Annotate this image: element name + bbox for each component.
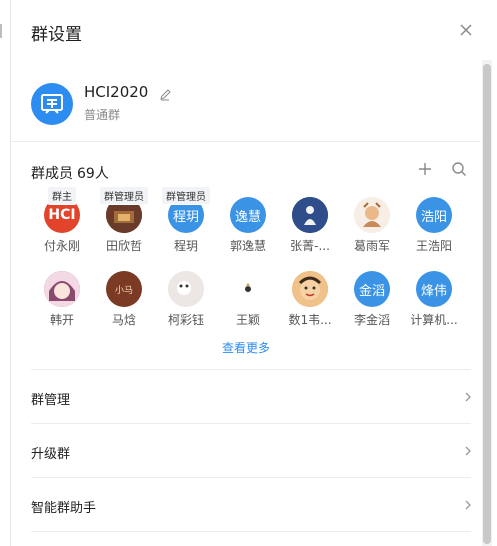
scrollbar[interactable] (482, 60, 492, 546)
member-name: 王浩阳 (415, 239, 452, 253)
chevron-right-icon (465, 500, 471, 510)
member-item[interactable]: 小马 马焓 (93, 271, 155, 328)
member-avatar (44, 271, 80, 307)
panel-title: 群设置 (31, 25, 82, 45)
smart-assistant-row[interactable]: 智能群助手 (31, 477, 471, 531)
group-chat-icon (41, 94, 63, 114)
close-icon[interactable] (458, 22, 474, 38)
member-photo (354, 197, 390, 233)
chevron-right-icon (465, 446, 471, 456)
member-item[interactable]: 葛雨军 (341, 197, 403, 254)
member-name: 数1韦... (288, 313, 332, 327)
member-item[interactable]: HCI 群主 付永刚 (31, 186, 93, 254)
member-name: 柯彩钰 (167, 313, 204, 327)
member-avatar: 小马 (106, 271, 142, 307)
row-label: 升级群 (31, 447, 71, 462)
member-photo (44, 271, 80, 307)
row-label: 群管理 (31, 393, 71, 408)
member-avatar (168, 271, 204, 307)
member-avatar-text: 金滔 (358, 283, 385, 299)
members-count: 69人 (77, 166, 109, 182)
member-avatar: 程玥 群管理员 (161, 186, 211, 233)
member-avatar: 烽伟 (416, 271, 452, 307)
chevron-right-icon (465, 392, 471, 402)
group-settings-panel: 群设置 HCI2020 普通群 群成员69人 HCI 群主 付永刚 群管理员 (10, 0, 490, 546)
member-item[interactable]: 柯彩钰 (155, 271, 217, 328)
plus-icon[interactable] (417, 161, 433, 177)
member-avatar (354, 197, 390, 233)
member-name: 韩开 (49, 313, 74, 327)
background-window-mark (0, 24, 6, 38)
member-item[interactable]: 王颖 (217, 271, 279, 328)
member-avatar: 群管理员 (99, 186, 149, 233)
member-photo (168, 271, 204, 307)
member-avatar: HCI 群主 (44, 186, 80, 233)
member-name: 马焓 (111, 313, 136, 327)
member-item[interactable]: 数1韦... (279, 271, 341, 328)
member-photo (230, 271, 266, 307)
member-avatar: 金滔 (354, 271, 390, 307)
members-label: 群成员 (31, 166, 73, 182)
member-item[interactable]: 程玥 群管理员 程玥 (155, 186, 217, 254)
group-avatar[interactable] (31, 83, 73, 125)
member-avatar (292, 271, 328, 307)
background-window-edge (0, 0, 10, 546)
edit-icon[interactable] (158, 87, 172, 101)
member-name: 王颖 (235, 313, 260, 327)
member-name: 葛雨军 (353, 239, 390, 253)
member-name: 计算机... (410, 313, 458, 327)
member-item[interactable]: 张菁-... (279, 197, 341, 254)
member-avatar (230, 271, 266, 307)
member-avatar-text: 逸慧 (234, 209, 261, 225)
member-avatar-text: 小马 (114, 285, 133, 296)
member-name: 付永刚 (43, 239, 80, 253)
member-item[interactable]: 金滔 李金滔 (341, 271, 403, 328)
member-photo (292, 197, 328, 233)
member-name: 张菁-... (290, 239, 330, 253)
group-type: 普通群 (84, 108, 121, 122)
member-name: 郭逸慧 (229, 239, 266, 253)
divider (11, 141, 481, 142)
member-item[interactable]: 浩阳 王浩阳 (403, 197, 465, 254)
member-item[interactable]: 韩开 (31, 271, 93, 328)
upgrade-group-row[interactable]: 升级群 (31, 423, 471, 477)
scrollbar-thumb[interactable] (483, 64, 491, 544)
admin-badge: 群管理员 (161, 186, 211, 205)
member-avatar (292, 197, 328, 233)
admin-badge: 群管理员 (99, 186, 149, 205)
divider (31, 531, 471, 546)
row-label: 智能群助手 (31, 501, 97, 516)
member-name: 田欣哲 (105, 239, 142, 253)
member-avatar: 逸慧 (230, 197, 266, 233)
member-avatar-text: 程玥 (172, 209, 199, 225)
member-avatar-text: 烽伟 (420, 283, 447, 299)
search-icon[interactable] (451, 161, 467, 177)
group-name: HCI2020 (84, 83, 149, 101)
member-item[interactable]: 逸慧 郭逸慧 (217, 197, 279, 254)
owner-badge: 群主 (47, 186, 77, 205)
member-avatar: 浩阳 (416, 197, 452, 233)
member-photo (292, 271, 328, 307)
member-name: 李金滔 (353, 313, 390, 327)
member-item[interactable]: 群管理员 田欣哲 (93, 186, 155, 254)
view-more-link[interactable]: 查看更多 (11, 339, 481, 356)
member-item[interactable]: 烽伟 计算机... (403, 271, 465, 328)
members-header: 群成员 69人 (31, 163, 109, 183)
member-name: 程玥 (173, 239, 198, 253)
group-management-row[interactable]: 群管理 (31, 369, 471, 423)
member-avatar-text: HCI (48, 207, 76, 223)
member-avatar-text: 浩阳 (420, 209, 447, 225)
